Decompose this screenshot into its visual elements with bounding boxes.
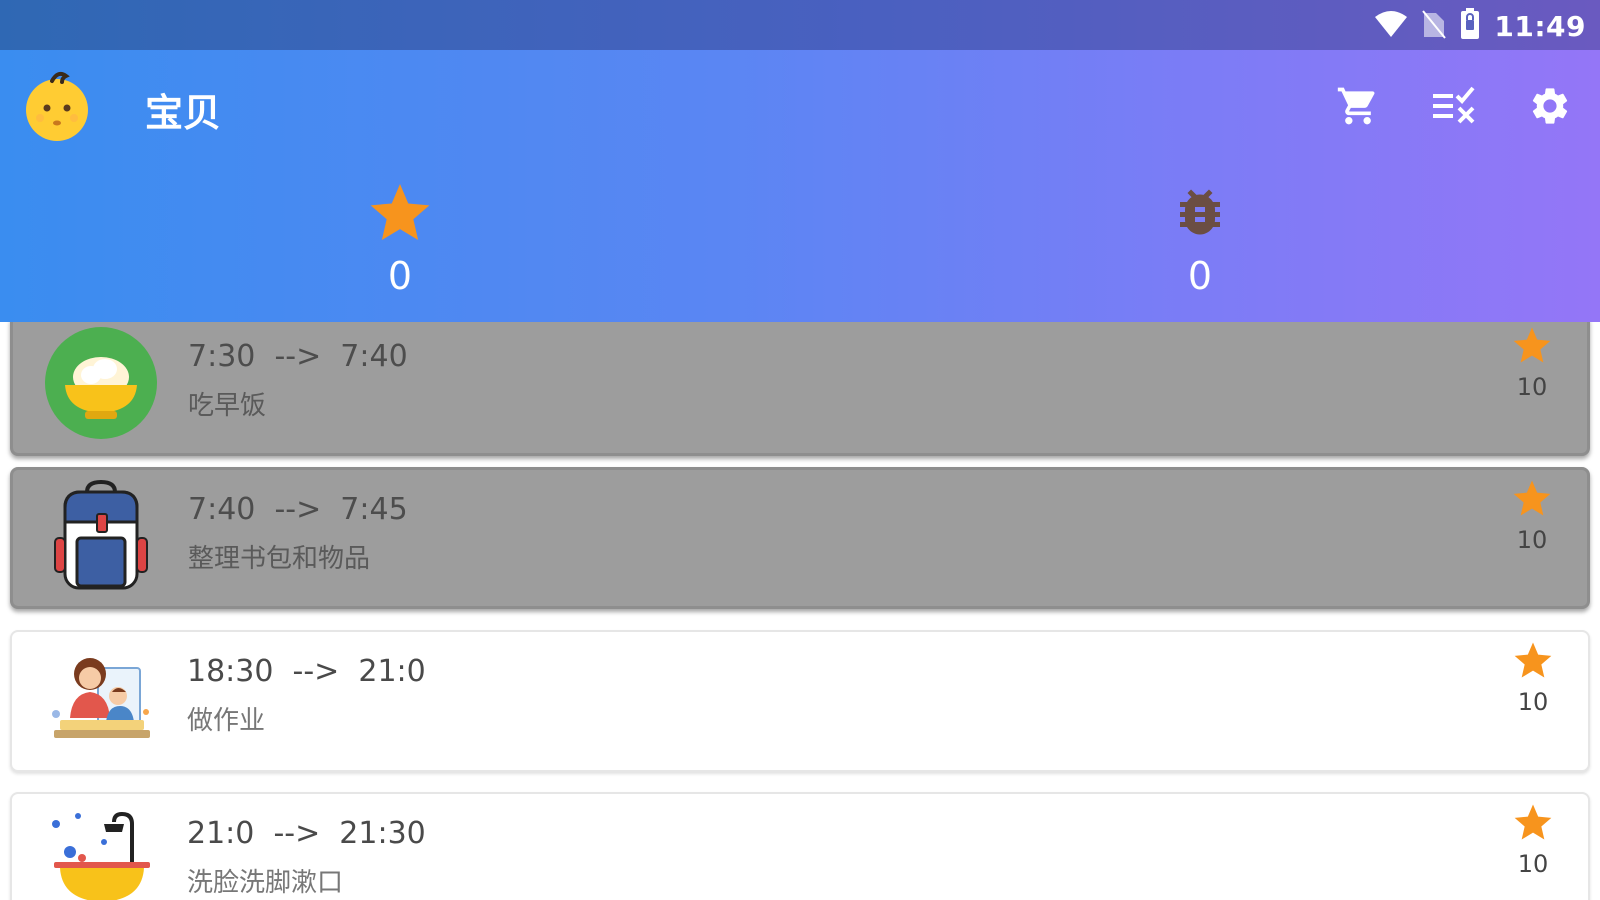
task-item[interactable]: 18:30 --> 21:0 做作业 10 <box>10 630 1590 772</box>
checklist-button[interactable] <box>1428 80 1480 132</box>
task-item[interactable]: 7:40 --> 7:45 整理书包和物品 10 <box>10 467 1590 609</box>
avatar[interactable] <box>22 68 92 143</box>
rice-bowl-icon <box>43 325 159 441</box>
reward-points: 10 <box>1516 373 1548 401</box>
star-icon <box>1513 327 1551 363</box>
task-name: 洗脸洗脚漱口 <box>187 868 344 898</box>
cart-button[interactable] <box>1332 80 1384 132</box>
settings-button[interactable] <box>1524 80 1576 132</box>
star-icon <box>1513 480 1551 516</box>
task-reward: 10 <box>1508 802 1558 878</box>
star-count[interactable]: 0 <box>340 180 460 298</box>
wifi-icon <box>1374 9 1408 43</box>
task-name: 整理书包和物品 <box>188 544 371 574</box>
app-screen: 11:49 宝贝 0 0 7:30 --> 7:40 吃早饭 10 7:40 -… <box>0 0 1600 900</box>
backpack-icon <box>43 478 159 594</box>
checklist-clear-icon <box>1433 86 1475 124</box>
task-name: 吃早饭 <box>188 391 267 421</box>
star-icon <box>1514 804 1552 840</box>
task-time: 21:0 --> 21:30 <box>187 816 426 851</box>
task-reward: 10 <box>1507 325 1557 401</box>
star-icon <box>370 184 430 240</box>
status-time: 11:49 <box>1494 9 1586 43</box>
bath-icon <box>42 802 158 900</box>
reward-points: 10 <box>1517 688 1549 716</box>
status-icons: 11:49 <box>1374 8 1586 44</box>
bug-count-value: 0 <box>1187 254 1213 298</box>
reward-points: 10 <box>1517 850 1549 878</box>
no-sim-icon <box>1422 9 1447 43</box>
task-time: 7:30 --> 7:40 <box>188 339 408 374</box>
bug-icon <box>1180 189 1220 235</box>
battery-icon <box>1460 8 1480 44</box>
reward-points: 10 <box>1516 526 1548 554</box>
star-icon <box>1514 642 1552 678</box>
task-item[interactable]: 21:0 --> 21:30 洗脸洗脚漱口 10 <box>10 792 1590 900</box>
task-name: 做作业 <box>187 706 266 736</box>
task-reward: 10 <box>1508 640 1558 716</box>
baby-face-icon <box>26 71 88 141</box>
cart-icon <box>1337 87 1375 125</box>
bug-count[interactable]: 0 <box>1140 180 1260 298</box>
task-list: 7:30 --> 7:40 吃早饭 10 7:40 --> 7:45 整理书包和… <box>0 322 1600 900</box>
task-time: 18:30 --> 21:0 <box>187 654 426 689</box>
gear-icon <box>1532 88 1568 124</box>
task-reward: 10 <box>1507 478 1557 554</box>
page-title: 宝贝 <box>145 91 222 135</box>
star-count-value: 0 <box>387 254 413 298</box>
task-time: 7:40 --> 7:45 <box>188 492 408 527</box>
status-bar: 11:49 <box>0 0 1600 50</box>
header: 宝贝 0 0 <box>0 50 1600 322</box>
homework-icon <box>42 640 158 756</box>
task-item[interactable]: 7:30 --> 7:40 吃早饭 10 <box>10 322 1590 456</box>
